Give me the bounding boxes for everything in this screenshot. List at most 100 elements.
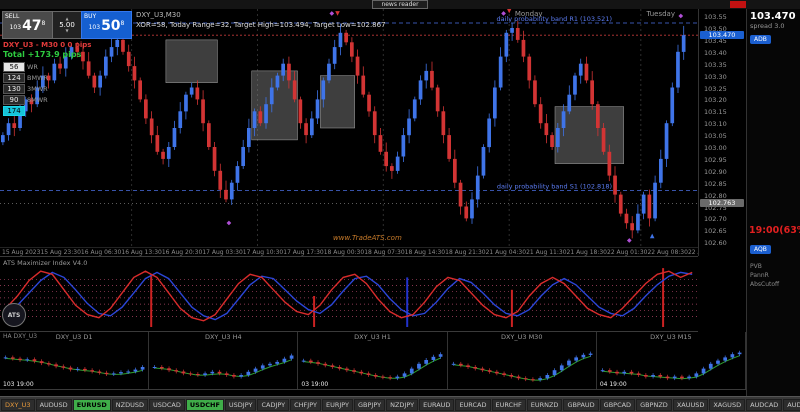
winrate-table: 56WR124BMWR1303MWR908MWR174 (3, 62, 48, 117)
stat-row: 1303MWR (3, 84, 48, 94)
time-label: 16 Aug 06:30 (81, 249, 121, 256)
symbol-tab-audchf[interactable]: AUDCHF (783, 399, 800, 411)
symbol-tab-dxy_u3[interactable]: DXY_U3 (1, 399, 35, 411)
symbol-tab-gbpcad[interactable]: GBPCAD (600, 399, 635, 411)
mini-chart-title: DXY_U3 M15 (597, 333, 745, 341)
symbol-tab-eurusd[interactable]: EURUSD (73, 399, 111, 411)
symbol-tab-gbpaud[interactable]: GBPAUD (563, 399, 598, 411)
probability-band-label: daily probability band S1 (102.818) (497, 182, 612, 190)
price-tick: 103.20 (704, 96, 727, 104)
time-label: 18 Aug 07:30 (364, 249, 404, 256)
symbol-tab-gbpnzd[interactable]: GBPNZD (636, 399, 672, 411)
price-tick: 102.85 (704, 180, 727, 188)
price-axis: 103.55103.50103.45103.40103.35103.30103.… (698, 9, 746, 256)
time-label: 21 Aug 11:30 (526, 249, 566, 256)
symbol-tab-xagusd[interactable]: XAGUSD (709, 399, 745, 411)
adb-button[interactable]: ADB (750, 35, 771, 44)
symbol-tab-eurchf[interactable]: EURCHF (492, 399, 526, 411)
price-marker: 102.763 (700, 199, 744, 207)
mini-chart-M30[interactable]: DXY_U3 M30 (448, 332, 597, 389)
time-label: 21 Aug 04:30 (486, 249, 526, 256)
time-label: 17 Aug 10:30 (243, 249, 283, 256)
time-label: 15 Aug 23:30 (40, 249, 80, 256)
stat-highlight: 174 (3, 106, 48, 116)
symbol-tab-usdcad[interactable]: USDCAD (149, 399, 185, 411)
time-label: 16 Aug 20:30 (162, 249, 202, 256)
symbol-tab-eurjpy[interactable]: EURJPY (322, 399, 353, 411)
symbol-tab-eurnzd[interactable]: EURNZD (527, 399, 563, 411)
time-label: 18 Aug 21:30 (445, 249, 485, 256)
arrow-marker: ▼ (507, 9, 512, 15)
symbol-tab-usdchf[interactable]: USDCHF (186, 399, 224, 411)
main-chart-canvas[interactable]: ◆◆◆◆◆◆▼▼▼▲daily probability band R1 (103… (0, 9, 698, 247)
stat-row: 56WR (3, 62, 48, 72)
time-label: 17 Aug 03:30 (202, 249, 242, 256)
mini-chart-title: DXY_U3 H1 (298, 333, 446, 341)
right-panel: 103.470 spread 3.0 ADB 19:00(63%) AQB PV… (746, 9, 800, 396)
time-axis: 15 Aug 202315 Aug 23:3016 Aug 06:3016 Au… (0, 247, 698, 256)
symbol-tab-nzdusd[interactable]: NZDUSD (112, 399, 148, 411)
time-label: 22 Aug 01:30 (607, 249, 647, 256)
mini-ma-line (602, 356, 739, 379)
buy-price-big: 50 (101, 20, 120, 33)
current-price: 103.470 (750, 11, 800, 22)
price-tick: 103.55 (704, 13, 727, 21)
mini-chart-H4[interactable]: DXY_U3 H4 (149, 332, 298, 389)
diamond-marker: ◆ (329, 10, 334, 17)
time-label: 18 Aug 00:30 (324, 249, 364, 256)
mt4-terminal: news reader ◆◆◆◆◆◆▼▼▼▲daily probability … (0, 0, 800, 412)
diamond-marker: ◆ (678, 12, 683, 19)
buy-button[interactable]: BUY 103 50 8 (81, 11, 132, 39)
symbol-tab-chfjpy[interactable]: CHFJPY (290, 399, 321, 411)
diamond-marker: ◆ (627, 237, 632, 244)
stat-row: 124BMWR (3, 73, 48, 83)
price-tick: 102.80 (704, 192, 727, 200)
lot-down-icon[interactable]: ▼ (65, 29, 68, 33)
symbol-tab-audcad[interactable]: AUDCAD (746, 399, 782, 411)
mini-charts-row: DXY_U3 D1103 19:00DXY_U3 H4DXY_U3 H103 1… (0, 332, 746, 390)
main-chart[interactable]: ◆◆◆◆◆◆▼▼▼▲daily probability band R1 (103… (0, 9, 698, 247)
buy-price-prefix: 103 (89, 24, 100, 31)
price-tick: 103.00 (704, 144, 727, 152)
watermark: www.TradeATS.com (333, 234, 402, 242)
mini-ma-line (155, 360, 292, 377)
time-label: 16 Aug 13:30 (121, 249, 161, 256)
mini-chart-D1[interactable]: DXY_U3 D1103 19:00 (0, 332, 149, 389)
mini-chart-M15[interactable]: DXY_U3 M1504 19:00 (597, 332, 746, 389)
trade-status: DXY_U3 - M30 0 0 pips (3, 41, 91, 49)
arrow-marker: ▼ (335, 10, 340, 17)
atr-indicator-canvas[interactable] (0, 257, 698, 331)
symbol-tab-nzdjpy[interactable]: NZDJPY (386, 399, 418, 411)
mini-chart-H1[interactable]: DXY_U3 H103 19:00 (298, 332, 447, 389)
symbol-tab-audusd[interactable]: AUDUSD (36, 399, 72, 411)
time-label: 15 Aug 2023 (2, 249, 40, 256)
sell-price-pip: 8 (42, 20, 46, 27)
one-click-trading-panel: SELL 103 47 8 ▲ 5.00 ▼ BUY 103 50 8 (2, 11, 132, 39)
time-label: 21 Aug 18:30 (567, 249, 607, 256)
lot-size-field[interactable]: ▲ 5.00 ▼ (53, 11, 81, 39)
symbol-tab-xauusd[interactable]: XAUUSD (673, 399, 709, 411)
price-tick: 102.65 (704, 227, 727, 235)
chart-title: DXY_U3,M30 (136, 11, 181, 19)
time-label: 22 Aug 08:30 (647, 249, 687, 256)
atr-indicator-panel[interactable]: ATS Maximizer Index V4.0 (0, 256, 698, 332)
aqb-button[interactable]: AQB (750, 245, 771, 254)
symbol-tab-eurcad[interactable]: EURCAD (455, 399, 490, 411)
price-tick: 102.70 (704, 215, 727, 223)
news-reader-button[interactable]: news reader (372, 0, 427, 9)
time-label: 17 Aug 17:30 (283, 249, 323, 256)
symbol-tab-cadjpy[interactable]: CADJPY (257, 399, 289, 411)
diamond-marker: ◆ (227, 219, 232, 226)
symbol-tab-euraud[interactable]: EURAUD (419, 399, 454, 411)
price-tick: 103.05 (704, 132, 727, 140)
session-probability: 19:00(63%) (749, 225, 800, 236)
price-marker: 103.470 (700, 31, 744, 39)
ats-logo-text: ATS (8, 312, 21, 319)
sell-button[interactable]: SELL 103 47 8 (2, 11, 53, 39)
symbol-tab-gbpjpy[interactable]: GBPJPY (354, 399, 385, 411)
symbol-taskbar: DXY_U3AUDUSDEURUSDNZDUSDUSDCADUSDCHFUSDJ… (0, 396, 800, 412)
atr-indicator-title: ATS Maximizer Index V4.0 (3, 259, 87, 267)
mini-chart-title: DXY_U3 M30 (448, 333, 596, 341)
day-label: Monday (515, 10, 543, 18)
symbol-tab-usdjpy[interactable]: USDJPY (225, 399, 257, 411)
